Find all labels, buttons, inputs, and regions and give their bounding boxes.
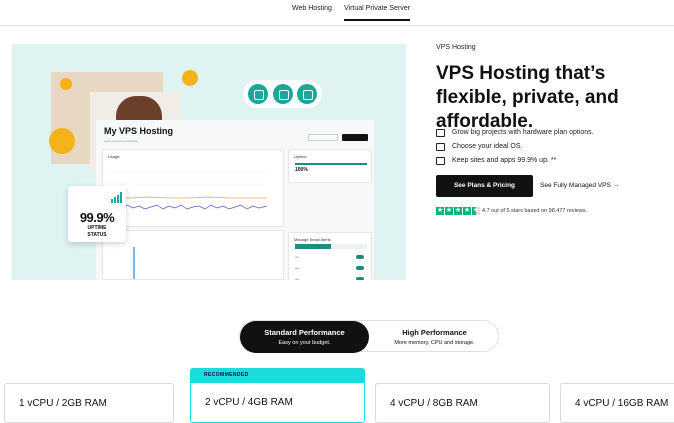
plan-name: 4 vCPU / 8GB RAM <box>390 398 478 409</box>
dashboard-button <box>342 134 368 141</box>
star-icon: ★ <box>463 207 471 215</box>
option-title: Standard Performance <box>264 328 345 337</box>
rating-text: 4.7 out of 5 stars based on 98,477 revie… <box>482 208 588 214</box>
quick-actions-pill <box>243 80 322 108</box>
plan-name: 2 vCPU / 4GB RAM <box>205 397 293 408</box>
tab-web-hosting[interactable]: Web Hosting <box>292 5 332 12</box>
dashboard-select <box>308 134 338 141</box>
email-alerts-card: Manage Email Alerts •••• •••• •••• •••• <box>288 232 372 280</box>
uptime-badge-line2: STATUS <box>87 232 107 238</box>
toggle-label: •••• <box>295 277 300 280</box>
feature-text: Choose your ideal OS. <box>452 143 523 150</box>
plan-card[interactable]: 4 vCPU / 8GB RAM <box>375 383 550 423</box>
star-icon: ★ <box>436 207 444 215</box>
high-performance-option[interactable]: High Performance More memory, CPU and st… <box>369 321 500 353</box>
server-icon <box>273 84 293 104</box>
feature-text: Grow big projects with hardware plan opt… <box>452 129 594 136</box>
alert-toggle <box>356 255 364 259</box>
plan-card-recommended[interactable]: 2 vCPU / 4GB RAM <box>190 383 365 423</box>
option-subtitle: Easy on your budget. <box>278 340 331 346</box>
email-alerts-label: Manage Email Alerts <box>294 237 331 242</box>
page-headline: VPS Hosting that’s flexible, private, an… <box>436 63 619 132</box>
uptime-card: Uptime 100% <box>288 149 372 183</box>
alert-toggle <box>356 266 364 270</box>
star-icon: ★ <box>454 207 462 215</box>
star-icon: ★ <box>445 207 453 215</box>
usage-chart <box>109 171 267 210</box>
dashboard-title: My VPS Hosting <box>104 126 174 136</box>
tab-virtual-private-server[interactable]: Virtual Private Server <box>344 5 411 21</box>
history-bar <box>133 247 135 279</box>
settings-icon <box>297 84 317 104</box>
lemon-decoration <box>49 128 75 154</box>
stack-icon <box>436 143 445 151</box>
uptime-badge: 99.9% UPTIME STATUS <box>68 186 126 242</box>
option-subtitle: More memory, CPU and storage. <box>394 340 475 346</box>
lemon-decoration <box>182 70 198 86</box>
signal-bars-icon <box>111 192 123 203</box>
uptime-badge-value: 99.9% <box>79 210 115 225</box>
usage-card: Usage <box>102 149 284 227</box>
uptime-value: 100% <box>295 167 308 173</box>
plan-card[interactable]: 4 vCPU / 16GB RAM <box>560 383 674 423</box>
recommended-label: RECOMMENDED <box>204 372 249 378</box>
performance-toggle: Standard Performance Easy on your budget… <box>239 320 500 353</box>
plan-name: 4 vCPU / 16GB RAM <box>575 398 669 409</box>
storage-icon <box>436 157 445 165</box>
dashboard-subtitle: ••••••• ••••••••••• ••••••••••••• <box>104 139 139 143</box>
eyebrow-label: VPS Hosting <box>436 44 476 51</box>
option-title: High Performance <box>402 328 467 337</box>
star-half-icon: ★ <box>472 207 480 215</box>
history-card <box>102 230 284 280</box>
plan-card[interactable]: 1 vCPU / 2GB RAM <box>4 383 174 423</box>
alerts-tab-bar <box>295 244 367 249</box>
standard-performance-option[interactable]: Standard Performance Easy on your budget… <box>240 321 369 353</box>
see-plans-button[interactable]: See Plans & Pricing <box>436 175 533 197</box>
vps-dashboard-mockup: My VPS Hosting ••••••• ••••••••••• •••••… <box>96 120 374 280</box>
uptime-bar <box>295 163 367 165</box>
toggle-label: •••• <box>295 255 300 259</box>
top-navigation: Web Hosting Virtual Private Server <box>0 0 674 26</box>
uptime-badge-line1: UPTIME <box>87 225 107 231</box>
toggle-label: •••• <box>295 266 300 270</box>
server-icon <box>436 129 445 137</box>
plan-name: 1 vCPU / 2GB RAM <box>19 398 107 409</box>
feature-text: Keep sites and apps 99.9% up. ** <box>452 157 557 164</box>
usage-label: Usage <box>108 154 120 159</box>
alert-toggle <box>356 277 364 280</box>
lemon-decoration <box>60 78 72 90</box>
uptime-label: Uptime <box>294 154 307 159</box>
recommended-tag: RECOMMENDED <box>190 368 365 384</box>
hero-illustration: My VPS Hosting ••••••• ••••••••••• •••••… <box>12 44 406 280</box>
speed-icon <box>248 84 268 104</box>
see-managed-vps-link[interactable]: See Fully Managed VPS → <box>540 182 619 189</box>
